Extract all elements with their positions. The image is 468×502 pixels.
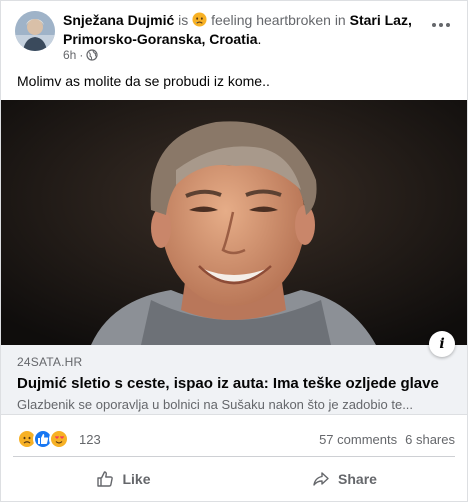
comments-count[interactable]: 57 comments	[319, 432, 397, 447]
location-end: .	[257, 31, 262, 47]
link-description: Glazbenik se oporavlja u bolnici na Suša…	[17, 397, 414, 412]
reaction-count[interactable]: 123	[79, 432, 101, 447]
info-icon[interactable]: i	[429, 331, 455, 357]
post-header: Snježana Dujmić is feeling heartbroken i…	[63, 11, 423, 49]
share-button[interactable]: Share	[234, 461, 455, 497]
like-button[interactable]: Like	[13, 461, 234, 497]
sad-face-icon	[192, 12, 207, 27]
avatar-photo	[15, 11, 55, 51]
post-card: Snježana Dujmić is feeling heartbroken i…	[0, 0, 468, 502]
link-domain: 24SATA.HR	[17, 355, 83, 369]
post-message: Molimv as molite da se probudi iz kome..	[17, 73, 270, 89]
portrait-photo	[1, 100, 467, 345]
link-preview[interactable]: 24SATA.HR Dujmić sletio s ceste, ispao i…	[1, 345, 467, 415]
like-label: Like	[122, 471, 151, 487]
location-line2[interactable]: Primorsko-Goranska, Croatia	[63, 31, 258, 47]
actions-divider	[13, 456, 455, 457]
post-time[interactable]: 6h	[63, 48, 76, 62]
shares-count[interactable]: 6 shares	[405, 432, 455, 447]
more-options-icon[interactable]	[429, 15, 453, 35]
location-line1[interactable]: Stari Laz,	[350, 12, 412, 28]
reaction-icons[interactable]	[17, 429, 69, 449]
author-avatar[interactable]	[15, 11, 55, 51]
link-title[interactable]: Dujmić sletio s ceste, ispao iz auta: Im…	[17, 375, 439, 392]
meta-separator: ·	[79, 48, 84, 62]
is-word: is	[178, 12, 189, 28]
author-name[interactable]: Snježana Dujmić	[63, 12, 174, 28]
thumbs-up-icon	[97, 471, 114, 487]
engagement-counts: 57 comments 6 shares	[319, 432, 455, 447]
love-reaction-icon	[49, 429, 69, 449]
link-image[interactable]	[1, 100, 467, 345]
post-meta: 6h ·	[63, 48, 98, 62]
feeling-text: feeling heartbroken in	[211, 12, 346, 28]
share-arrow-icon	[313, 472, 329, 486]
share-label: Share	[338, 471, 377, 487]
post-actions: Like Share	[13, 461, 455, 497]
globe-icon[interactable]	[86, 49, 98, 61]
